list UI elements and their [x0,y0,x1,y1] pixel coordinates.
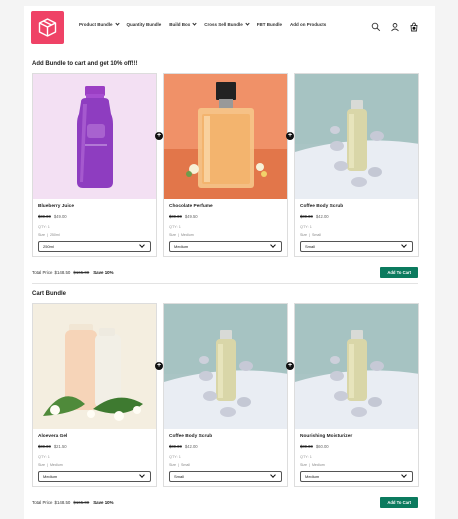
bundle-products: + Aloevera Gel $00.00 $21.50 QTY: 1 Size |… [32,303,419,487]
total-price: $148.50 [54,269,71,275]
old-price: $00.00 [169,444,182,449]
variant-select[interactable]: Small [169,471,282,482]
chevron-down-icon [139,472,145,478]
option-value: Medium [311,463,325,467]
price: $42.00 [184,444,198,449]
bundle-title: Cart Bundle [32,291,67,297]
variant-select[interactable]: Medium [169,241,282,252]
old-price: $00.00 [169,214,182,219]
price: $21.50 [53,444,67,449]
option-label: Size [300,463,307,467]
product-name: Coffee Body Scrub [169,434,213,439]
nav-quantity-bundle[interactable]: Quantity Bundle [127,22,162,27]
price: $42.00 [315,214,329,219]
chevron-down-icon [401,242,407,248]
product-image-scrub[interactable] [295,74,418,199]
total-old-price: $165.00 [73,269,90,275]
product-image-perfume[interactable] [164,74,287,199]
header-icons: 1 [371,19,419,32]
box-logo[interactable] [31,11,64,44]
product-image-moisturizer[interactable] [295,304,418,429]
product-card: + Chocolate Perfume $00.00 $49.50 QTY: 1 … [163,73,294,257]
total-price: $148.50 [54,499,71,505]
add-to-cart-button[interactable]: Add To Cart [380,266,418,278]
save-badge: Save 10% [93,269,114,275]
add-to-cart-button[interactable]: Add To Cart [380,496,418,508]
option-value: Medium [180,233,194,237]
quantity: QTY: 1 [38,225,50,229]
quantity: QTY: 1 [300,455,312,459]
total-label: Total Price [32,499,53,505]
page: Product Bundle Quantity Bundle Build Box… [24,6,435,519]
quantity: QTY: 1 [169,455,181,459]
option-label: Size [169,233,176,237]
plus-icon: + [286,362,294,370]
bundle-title: Add Bundle to cart and get 10% off!!! [32,61,138,67]
account-icon[interactable] [390,19,400,32]
price: $60.00 [315,444,329,449]
option-label: Size [38,233,45,237]
old-price: $00.00 [38,214,51,219]
divider [32,283,418,284]
option-label: Size [300,233,307,237]
quantity: QTY: 1 [300,225,312,229]
cart-count: 1 [412,23,415,28]
chevron-down-icon [270,472,276,478]
product-image-scrub[interactable] [164,304,287,429]
chevron-down-icon [401,472,407,478]
chevron-down-icon [270,242,276,248]
product-card: + Coffee Body Scrub $00.00 $42.00 QTY: 1 … [163,303,294,487]
bundle-total: Total Price $148.50 $165.00 Save 10% Add… [32,496,418,508]
bundle-products: + Blueberry Juice $00.00 $49.00 QTY: 1 Si… [32,73,419,257]
product-card: Nourishing Moisturizer $00.00 $60.00 QTY:… [294,303,419,487]
search-icon[interactable] [371,19,381,32]
nav-fbt-bundle[interactable]: FBT Bundle [257,22,282,27]
product-image-juice[interactable] [33,74,156,199]
variant-select[interactable]: Medium [300,471,413,482]
product-name: Nourishing Moisturizer [300,434,353,439]
price: $49.50 [184,214,198,219]
cart-icon[interactable]: 1 [409,19,419,32]
total-old-price: $165.00 [73,499,90,505]
product-image-aloe[interactable] [33,304,156,429]
plus-icon: + [286,132,294,140]
quantity: QTY: 1 [169,225,181,229]
product-name: Blueberry Juice [38,204,74,209]
plus-icon: + [155,132,163,140]
plus-icon: + [155,362,163,370]
old-price: $00.00 [38,444,51,449]
variant-select[interactable]: Small [300,241,413,252]
bundle-total: Total Price $148.50 $165.00 Save 10% Add… [32,266,418,278]
box-logo-icon [38,18,57,37]
option-label: Size [38,463,45,467]
chevron-down-icon [192,21,197,26]
chevron-down-icon [245,21,250,26]
chevron-down-icon [114,21,120,26]
product-name: Aloevera Gel [38,434,68,439]
product-name: Coffee Body Scrub [300,204,344,209]
nav-add-on-products[interactable]: Add on Products [290,22,326,27]
chevron-down-icon [139,242,145,248]
nav-product-bundle[interactable]: Product Bundle [79,21,120,27]
variant-select[interactable]: 250ml [38,241,151,252]
nav-build-box[interactable]: Build Box [169,21,197,27]
product-card: + Aloevera Gel $00.00 $21.50 QTY: 1 Size |… [32,303,163,487]
old-price: $00.00 [300,444,313,449]
old-price: $00.00 [300,214,313,219]
save-badge: Save 10% [93,499,114,505]
nav-cross-sell-bundle[interactable]: Cross Sell Bundle [204,21,250,27]
quantity: QTY: 1 [38,455,50,459]
total-label: Total Price [32,269,53,275]
product-card: + Blueberry Juice $00.00 $49.00 QTY: 1 Si… [32,73,163,257]
option-value: Medium [49,463,63,467]
price: $49.00 [53,214,67,219]
option-value: Small [311,233,321,237]
product-card: Coffee Body Scrub $00.00 $42.00 QTY: 1 Si… [294,73,419,257]
main-nav: Product Bundle Quantity Bundle Build Box… [79,21,326,27]
option-label: Size [169,463,176,467]
option-value: Small [180,463,190,467]
variant-select[interactable]: Medium [38,471,151,482]
option-value: 250ml [49,233,60,237]
product-name: Chocolate Perfume [169,204,213,209]
